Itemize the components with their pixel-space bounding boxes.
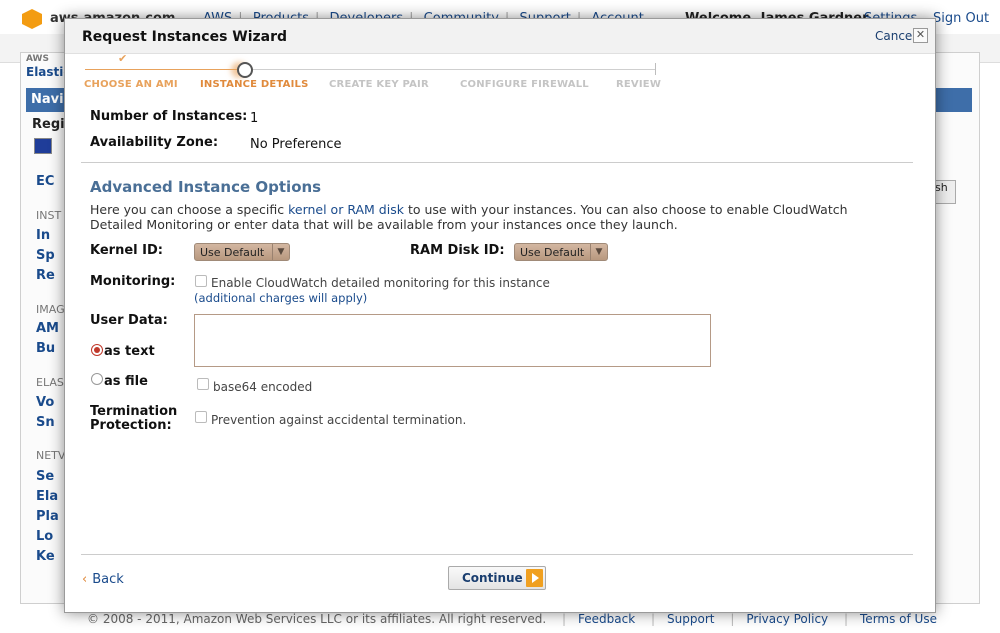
continue-button[interactable]: Continue xyxy=(448,566,546,590)
kernel-ramdisk-link[interactable]: kernel or RAM disk xyxy=(288,202,404,217)
step-create-key-pair: CREATE KEY PAIR xyxy=(329,79,429,90)
availability-zone-label: Availability Zone: xyxy=(90,135,219,150)
continue-label: Continue xyxy=(462,571,523,585)
as-text-label: as text xyxy=(104,344,155,359)
availability-zone-value: No Preference xyxy=(250,137,342,152)
num-instances-label: Number of Instances: xyxy=(90,109,248,124)
progress-end-marker xyxy=(655,63,656,75)
request-instances-wizard: Request Instances Wizard Cancel ✕ ✔ CHOO… xyxy=(64,18,936,613)
cancel-link[interactable]: Cancel xyxy=(875,29,916,43)
chevron-left-icon: ‹ xyxy=(82,572,88,587)
help-text-start: Here you can choose a specific xyxy=(90,202,289,217)
additional-charges-link[interactable]: (additional charges will apply) xyxy=(194,291,367,305)
as-text-radio[interactable] xyxy=(91,344,103,356)
step-configure-firewall: CONFIGURE FIREWALL xyxy=(460,79,589,90)
as-file-radio[interactable] xyxy=(91,373,103,385)
kernel-id-label: Kernel ID: xyxy=(90,243,163,258)
ramdisk-id-label: RAM Disk ID: xyxy=(410,243,505,258)
wizard-header: Request Instances Wizard Cancel ✕ xyxy=(65,19,935,54)
close-icon[interactable]: ✕ xyxy=(913,28,928,43)
monitoring-checkbox[interactable] xyxy=(195,275,207,287)
chevron-down-icon: ▼ xyxy=(590,244,607,260)
monitoring-checkbox-label: Enable CloudWatch detailed monitoring fo… xyxy=(211,276,550,290)
section-divider xyxy=(81,162,913,163)
kernel-id-selected: Use Default xyxy=(200,246,265,259)
num-instances-value: 1 xyxy=(250,111,259,126)
monitoring-label: Monitoring: xyxy=(90,274,176,289)
kernel-id-select[interactable]: Use Default ▼ xyxy=(194,243,290,261)
arrow-right-icon xyxy=(526,569,543,587)
advanced-options-title: Advanced Instance Options xyxy=(90,178,322,196)
step-choose-ami[interactable]: CHOOSE AN AMI xyxy=(84,79,178,90)
back-link[interactable]: ‹ Back xyxy=(82,572,124,587)
advanced-options-help: Here you can choose a specific kernel or… xyxy=(90,202,880,232)
base64-checkbox[interactable] xyxy=(197,378,209,390)
user-data-textarea[interactable] xyxy=(194,314,711,367)
chevron-down-icon: ▼ xyxy=(272,244,289,260)
progress-line-remaining xyxy=(245,69,655,70)
current-step-indicator xyxy=(237,62,253,78)
ramdisk-id-selected: Use Default xyxy=(520,246,585,259)
footer-divider xyxy=(81,554,913,555)
termination-label-line2: Protection: xyxy=(90,418,172,433)
back-label: Back xyxy=(92,572,124,587)
termination-label-line1: Termination xyxy=(90,404,178,419)
wizard-title: Request Instances Wizard xyxy=(82,29,288,45)
step-complete-check-icon: ✔ xyxy=(118,52,128,65)
base64-checkbox-label: base64 encoded xyxy=(213,380,313,394)
termination-protection-label: Prevention against accidental terminatio… xyxy=(211,413,467,427)
as-file-label: as file xyxy=(104,374,148,389)
ramdisk-id-select[interactable]: Use Default ▼ xyxy=(514,243,608,261)
step-review: REVIEW xyxy=(616,79,662,90)
step-instance-details: INSTANCE DETAILS xyxy=(200,79,309,90)
termination-protection-checkbox[interactable] xyxy=(195,411,207,423)
progress-line-complete xyxy=(85,69,245,70)
user-data-label: User Data: xyxy=(90,313,168,328)
